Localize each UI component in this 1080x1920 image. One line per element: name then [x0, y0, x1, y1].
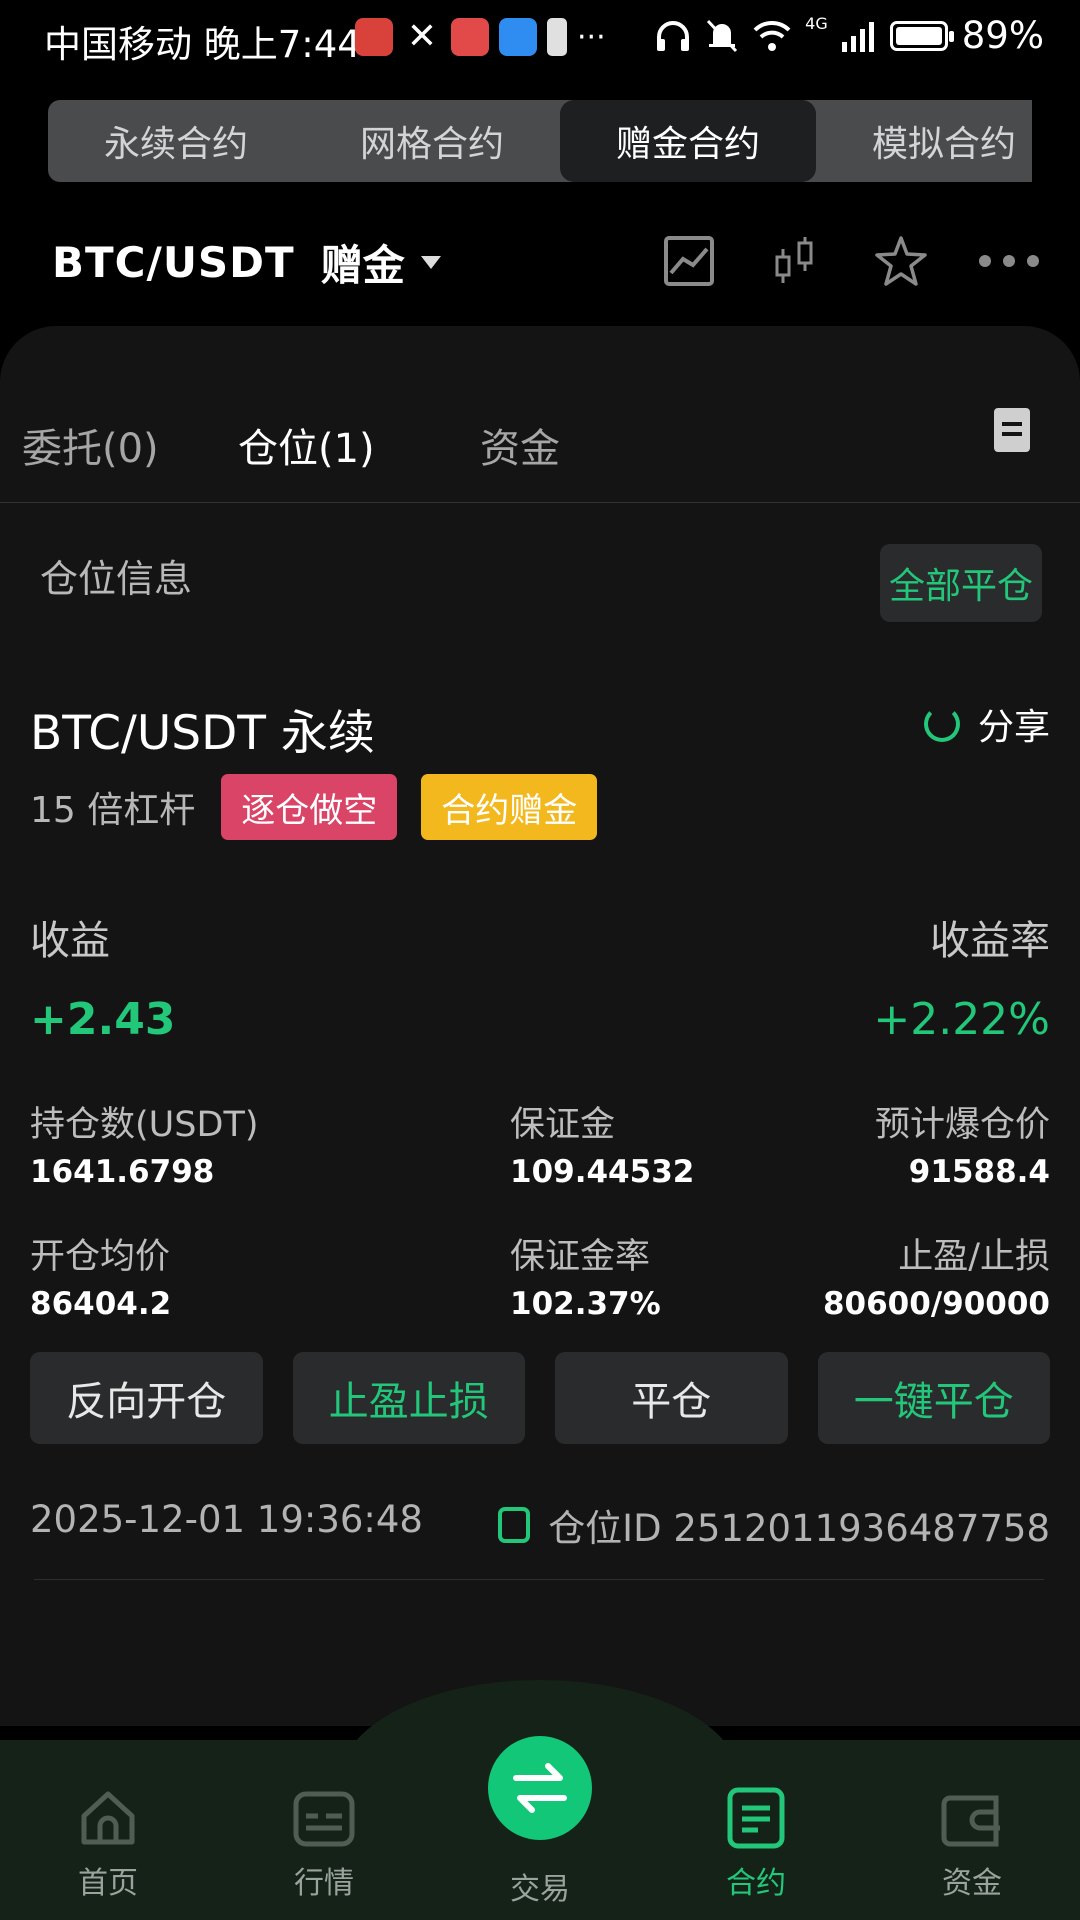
share-icon: [923, 706, 960, 742]
wifi-icon: [753, 20, 791, 51]
pair-name: BTC/USDT: [52, 238, 295, 287]
header-actions: [660, 232, 1040, 290]
margin-value: 109.44532: [510, 1154, 695, 1190]
chart-icon[interactable]: [660, 232, 718, 290]
signal-icon: [841, 21, 874, 52]
tpsl-value: 80600/90000: [822, 1286, 1050, 1322]
notification-icons: ✕ ···: [355, 18, 606, 56]
tab-perpetual[interactable]: 永续合约: [48, 100, 304, 182]
store-icon: [451, 18, 489, 56]
divider: [0, 502, 1080, 503]
candlestick-icon[interactable]: [766, 232, 824, 290]
pnl-value: +2.43: [30, 994, 176, 1045]
swap-icon: [513, 1763, 567, 1813]
close-all-button[interactable]: 全部平仓: [880, 544, 1042, 622]
roe-value: +2.22%: [873, 994, 1050, 1045]
position-symbol: BTC/USDT 永续: [30, 706, 375, 761]
tab-bonus[interactable]: 赠金合约: [560, 100, 816, 182]
tab-funds[interactable]: 资金: [480, 416, 560, 474]
status-right: 4G 89%: [655, 14, 1044, 57]
market-icon: [292, 1786, 356, 1850]
nav-trade-label: 交易: [510, 1872, 570, 1907]
battery-level: 89%: [961, 14, 1044, 57]
x-icon: ✕: [406, 16, 438, 57]
nav-assets[interactable]: 资金: [912, 1786, 1032, 1902]
weather-icon: [499, 18, 537, 56]
margin-label: 保证金: [510, 1105, 616, 1145]
pair-suffix: 赠金: [320, 241, 405, 290]
entry-price-label: 开仓均价: [30, 1237, 171, 1277]
nav-contract[interactable]: 合约: [696, 1786, 816, 1902]
tab-demo[interactable]: 模拟合约: [816, 100, 1032, 182]
nav-market[interactable]: 行情: [264, 1786, 384, 1902]
sub-tabs: 委托(0) 仓位(1) 资金: [0, 416, 1080, 500]
carrier-time: 中国移动 晚上7:44: [44, 23, 361, 66]
star-icon[interactable]: [872, 232, 930, 290]
isolated-short-tag: 逐仓做空: [221, 774, 398, 840]
divider: [34, 1579, 1044, 1580]
roe-label: 收益率: [930, 918, 1050, 964]
size-value: 1641.6798: [30, 1154, 215, 1190]
position-actions: 反向开仓 止盈止损 平仓 一键平仓: [30, 1352, 1050, 1444]
app-notification-icon: [355, 18, 393, 56]
size-label: 持仓数(USDT): [30, 1105, 259, 1145]
document-icon[interactable]: [994, 408, 1030, 452]
share-button[interactable]: 分享: [923, 698, 1050, 750]
share-label: 分享: [977, 707, 1050, 748]
pnl-label: 收益: [30, 918, 110, 964]
entry-price-value: 86404.2: [30, 1286, 172, 1322]
nav-contract-label: 合约: [726, 1866, 786, 1901]
nav-home-label: 首页: [78, 1866, 138, 1901]
wallet-icon: [940, 1786, 1004, 1850]
battery-saver-icon: [547, 18, 567, 56]
more-icon[interactable]: [978, 232, 1040, 290]
headphones-icon: [657, 20, 690, 51]
contract-tabs: 永续合约 网格合约 赠金合约 模拟合约: [48, 100, 1032, 182]
position-time: 2025-12-01 19:36:48: [30, 1498, 423, 1541]
quick-close-button[interactable]: 一键平仓: [817, 1352, 1050, 1444]
positions-panel: 委托(0) 仓位(1) 资金 仓位信息 全部平仓 BTC/USDT 永续 分享 …: [0, 326, 1080, 1726]
caret-down-icon: [420, 256, 441, 269]
mute-bell-icon: [707, 19, 738, 52]
bonus-tag: 合约赠金: [421, 774, 598, 840]
liq-price-label: 预计爆仓价: [874, 1105, 1050, 1145]
section-title: 仓位信息: [40, 557, 193, 601]
tab-grid[interactable]: 网格合约: [304, 100, 560, 182]
tab-orders[interactable]: 委托(0): [22, 416, 159, 474]
leverage-label: 15 倍杠杆: [30, 790, 196, 831]
nav-assets-label: 资金: [942, 1866, 1002, 1901]
reverse-position-button[interactable]: 反向开仓: [30, 1352, 263, 1444]
tab-positions[interactable]: 仓位(1): [238, 416, 375, 474]
tpsl-button[interactable]: 止盈止损: [292, 1352, 525, 1444]
close-position-button[interactable]: 平仓: [555, 1352, 788, 1444]
status-bar: 中国移动 晚上7:44 ✕ ··· 4G 89%: [0, 0, 1080, 80]
more-notifications: ···: [577, 19, 606, 55]
position-tags: 15 倍杠杆 逐仓做空 合约赠金: [30, 774, 621, 840]
margin-ratio-value: 102.37%: [510, 1286, 661, 1322]
trade-button[interactable]: [488, 1736, 592, 1840]
contract-icon: [724, 1786, 788, 1850]
copy-icon[interactable]: [498, 1507, 531, 1543]
network-type: 4G: [805, 14, 828, 33]
margin-ratio-label: 保证金率: [510, 1237, 651, 1277]
position-id-text: 仓位ID 2512011936487758: [548, 1507, 1050, 1550]
app-screen: 中国移动 晚上7:44 ✕ ··· 4G 89% 永续合约 网格合约 赠金合约 …: [0, 0, 1080, 1920]
pair-selector[interactable]: BTC/USDT 赠金: [52, 232, 441, 293]
home-icon: [76, 1786, 140, 1850]
liq-price-value: 91588.4: [908, 1154, 1050, 1190]
nav-market-label: 行情: [294, 1866, 354, 1901]
battery-icon: [889, 20, 954, 51]
nav-home[interactable]: 首页: [48, 1786, 168, 1902]
tpsl-label: 止盈/止损: [898, 1237, 1050, 1277]
position-id[interactable]: 仓位ID 2512011936487758: [498, 1498, 1050, 1552]
